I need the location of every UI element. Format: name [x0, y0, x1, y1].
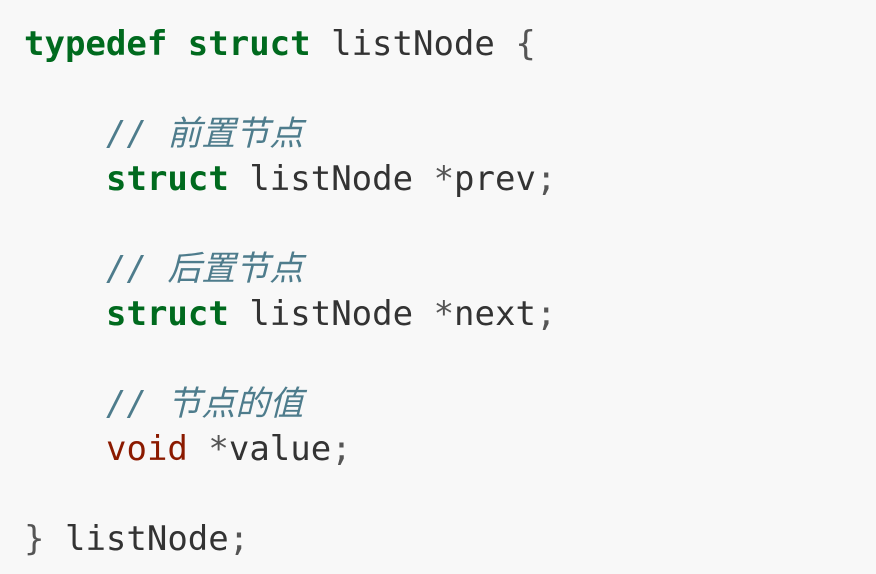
- keyword-typedef: typedef: [24, 24, 168, 64]
- type-name: listNode: [249, 159, 414, 199]
- typedef-alias: listNode: [64, 519, 229, 559]
- struct-name: listNode: [331, 24, 495, 64]
- field-value: value: [228, 429, 332, 469]
- code-block: typedef struct listNode { // 前置节点 struct…: [0, 0, 876, 574]
- comment-value: // 节点的值: [106, 384, 304, 424]
- keyword-struct: struct: [106, 159, 229, 199]
- comment-prev: // 前置节点: [106, 114, 304, 154]
- keyword-struct: struct: [106, 294, 229, 334]
- open-brace: {: [515, 24, 536, 64]
- semicolon: ;: [535, 159, 557, 199]
- comment-next: // 后置节点: [106, 249, 304, 289]
- code-comment-next: // 后置节点: [24, 247, 876, 292]
- field-prev: prev: [454, 159, 536, 199]
- close-brace: }: [24, 519, 45, 559]
- field-next: next: [454, 294, 536, 334]
- semicolon: ;: [331, 429, 352, 469]
- semicolon: ;: [535, 294, 557, 334]
- code-comment-prev: // 前置节点: [24, 112, 876, 157]
- code-line-value: void *value;: [24, 427, 876, 472]
- pointer-star: *: [433, 159, 455, 199]
- pointer-star: *: [208, 429, 229, 469]
- code-comment-value: // 节点的值: [24, 382, 876, 427]
- type-name: listNode: [249, 294, 414, 334]
- code-line-typedef: typedef struct listNode {: [24, 22, 876, 67]
- keyword-void: void: [106, 429, 188, 469]
- semicolon: ;: [228, 519, 250, 559]
- keyword-struct: struct: [187, 24, 311, 64]
- code-line-prev: struct listNode *prev;: [24, 157, 876, 202]
- code-line-close: } listNode;: [24, 517, 876, 562]
- pointer-star: *: [433, 294, 455, 334]
- code-line-next: struct listNode *next;: [24, 292, 876, 337]
